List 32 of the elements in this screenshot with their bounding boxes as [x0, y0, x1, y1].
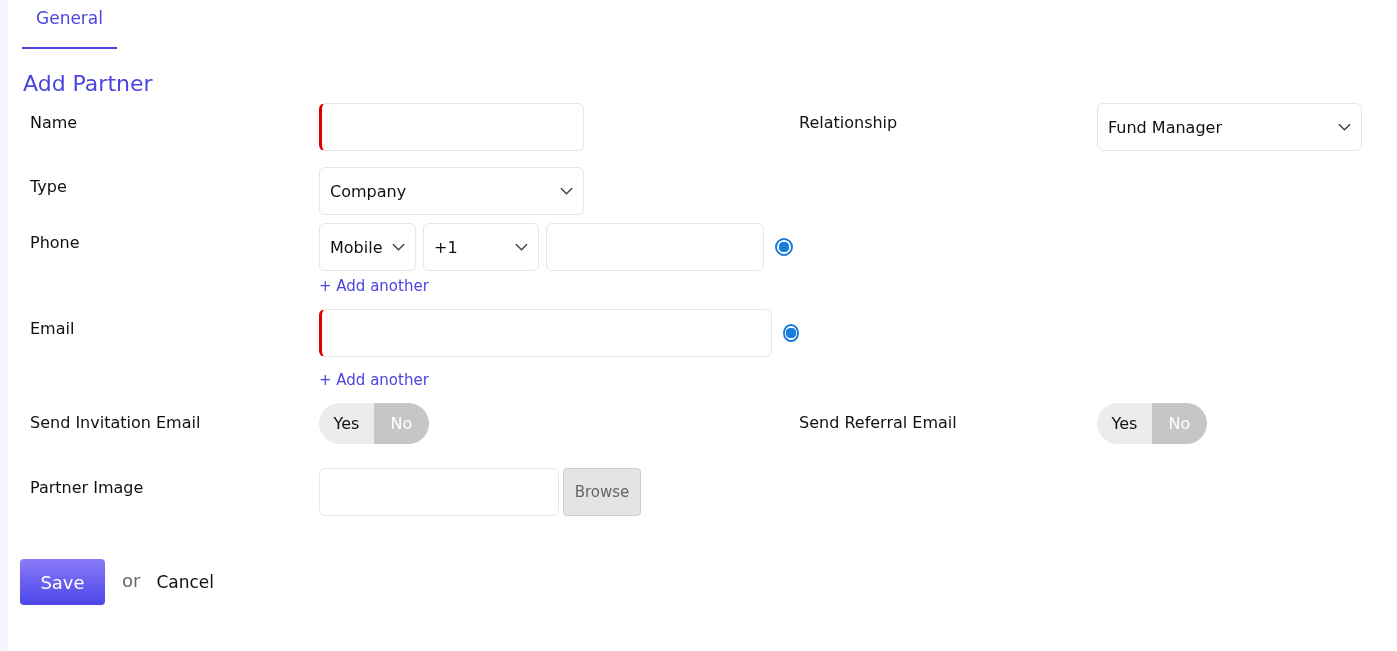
- field-label: Email: [29, 319, 76, 338]
- add-another-link[interactable]: + Add another: [319, 277, 429, 295]
- field-label: Send Referral Email: [799, 413, 958, 432]
- field-label: Type: [29, 177, 68, 196]
- field-label: Relationship: [799, 113, 899, 132]
- file-input[interactable]: [319, 468, 559, 516]
- primary-radio[interactable]: [775, 238, 793, 256]
- toggle-option[interactable]: Yes: [319, 403, 374, 444]
- chevron-down-icon: [1338, 123, 1351, 131]
- relationship-select[interactable]: Fund Manager: [1097, 103, 1362, 151]
- chevron-down-icon: [560, 187, 573, 195]
- phone-type-select[interactable]: Mobile: [319, 223, 416, 271]
- form-title: Add Partner: [23, 70, 154, 98]
- chevron-down-icon: [392, 243, 405, 251]
- cancel-link[interactable]: Cancel: [156, 572, 214, 592]
- chevron-down-icon: [515, 243, 528, 251]
- field-label: Send Invitation Email: [29, 413, 202, 432]
- field-label: Partner Image: [29, 478, 145, 497]
- type-select[interactable]: Company: [319, 167, 584, 215]
- toggle-option[interactable]: Yes: [1097, 403, 1152, 444]
- phone-input[interactable]: [546, 223, 764, 271]
- field-label: Phone: [29, 233, 81, 252]
- save-button[interactable]: Save: [20, 559, 105, 605]
- name-input[interactable]: [319, 103, 584, 151]
- email-input[interactable]: [319, 309, 772, 357]
- browse-button[interactable]: Browse: [563, 468, 641, 516]
- or-text: or: [122, 569, 141, 591]
- field-label: Name: [29, 113, 79, 132]
- tab[interactable]: General: [22, 0, 117, 49]
- primary-radio[interactable]: [782, 324, 799, 342]
- country-code-select[interactable]: +1: [423, 223, 539, 271]
- add-another-link[interactable]: + Add another: [319, 371, 429, 389]
